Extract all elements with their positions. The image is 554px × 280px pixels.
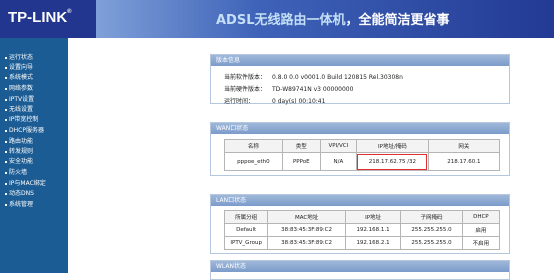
lan-mac-cell: 38:83:45:3F:89:C2 bbox=[267, 236, 346, 250]
wan-gateway-cell: 218.17.60.1 bbox=[427, 152, 501, 171]
wan-col-type: 类型 bbox=[281, 139, 321, 153]
bullet-icon bbox=[5, 192, 7, 195]
lan-dhcp-cell: 启用 bbox=[461, 223, 501, 237]
wan-col-name: 名称 bbox=[224, 139, 283, 153]
sidebar-item-label: 转发规则 bbox=[9, 148, 34, 155]
sidebar-item-label: 动态DNS bbox=[9, 190, 34, 197]
wan-col-gateway: 网关 bbox=[427, 139, 501, 153]
sidebar-item[interactable]: 系统管理 bbox=[5, 201, 33, 208]
bullet-icon bbox=[5, 98, 7, 101]
bullet-icon bbox=[5, 66, 7, 69]
sidebar-item-label: 设置向导 bbox=[9, 64, 34, 71]
lan-col-ip: IP地址 bbox=[344, 210, 402, 224]
sidebar-item[interactable]: 系统模式 bbox=[5, 74, 33, 81]
lan-mask-cell: 255.255.255.0 bbox=[400, 223, 463, 237]
sidebar-item-label: DHCP服务器 bbox=[9, 127, 44, 134]
bullet-icon bbox=[5, 56, 7, 59]
lan-group-cell: IPTV_Group bbox=[223, 236, 269, 250]
lan-group-cell: Default bbox=[223, 223, 269, 237]
wan-name-cell: pppoe_eth0 bbox=[224, 152, 283, 171]
sidebar-item[interactable]: 转发规则 bbox=[5, 148, 33, 155]
hardware-version-row: 当前硬件版本： TD-W89741N v3 00000000 bbox=[224, 86, 354, 93]
sidebar-item[interactable]: IP与MAC绑定 bbox=[5, 180, 46, 187]
version-panel-title: 版本信息 bbox=[211, 55, 509, 66]
wan-vpi-cell: N/A bbox=[319, 152, 357, 171]
lan-col-mac: MAC地址 bbox=[267, 210, 346, 224]
lan-col-dhcp: DHCP bbox=[461, 210, 501, 224]
sidebar-item-label: IPTV设置 bbox=[9, 96, 35, 103]
sidebar-menu: 运行状态设置向导系统模式网络参数 IPTV设置 无线设置 IP带宽控制 DHCP服务器路… bbox=[0, 38, 68, 273]
lan-col-group: 所属分组 bbox=[223, 210, 269, 224]
header-bar: TP-LINK® ADSL无线路由一体机，全能简洁更省事 bbox=[0, 0, 554, 38]
bullet-icon bbox=[5, 171, 7, 174]
sidebar-item[interactable]: IPTV设置 bbox=[5, 96, 34, 103]
lan-ip-cell: 192.168.2.1 bbox=[344, 236, 402, 250]
sidebar-item-label: 无线设置 bbox=[9, 106, 34, 113]
lan-col-mask: 子网掩码 bbox=[400, 210, 463, 224]
wan-header-row: 名称 类型 VPI/VCI IP地址/掩码 网关 bbox=[224, 139, 501, 153]
lan-mask-cell: 255.255.255.0 bbox=[400, 236, 463, 250]
sidebar-item-label: 网络参数 bbox=[9, 85, 34, 92]
wan-type-cell: PPPoE bbox=[281, 152, 321, 171]
sidebar-item-label: 路由功能 bbox=[9, 138, 34, 145]
lan-header-row: 所属分组 MAC地址 IP地址 子网掩码 DHCP bbox=[223, 210, 501, 224]
bullet-icon bbox=[5, 203, 7, 206]
sidebar-item-label: IP与MAC绑定 bbox=[9, 180, 46, 187]
bullet-icon bbox=[5, 129, 7, 132]
bullet-icon bbox=[5, 140, 7, 143]
bullet-icon bbox=[5, 87, 7, 90]
sidebar-item-label: IP带宽控制 bbox=[9, 116, 39, 123]
wan-table: 名称 类型 VPI/VCI IP地址/掩码 网关 pppoe_eth0 PPPo… bbox=[224, 139, 501, 171]
tplink-logo: TP-LINK® bbox=[8, 9, 72, 26]
sidebar-item-label: 防火墙 bbox=[9, 169, 28, 176]
lan-table: 所属分组 MAC地址 IP地址 子网掩码 DHCP Default 38:83:… bbox=[223, 210, 501, 250]
wlan-panel: WLAN状态 bbox=[210, 260, 510, 280]
blank-gap bbox=[68, 38, 200, 273]
sidebar-item-label: 安全功能 bbox=[9, 158, 34, 165]
wan-panel-title: WAN口状态 bbox=[211, 123, 509, 134]
wan-col-vpi: VPI/VCI bbox=[319, 139, 357, 153]
table-row: Default 38:83:45:3F:89:C2 192.168.1.1 25… bbox=[223, 223, 501, 237]
lan-ip-cell: 192.168.1.1 bbox=[344, 223, 402, 237]
sidebar-item[interactable]: 无线设置 bbox=[5, 106, 33, 113]
wan-ip-cell: 218.17.62.75 /32 bbox=[355, 152, 429, 171]
sidebar-item[interactable]: 动态DNS bbox=[5, 190, 34, 197]
table-row: pppoe_eth0 PPPoE N/A 218.17.62.75 /32 21… bbox=[224, 152, 501, 171]
lan-panel-title: LAN口状态 bbox=[211, 195, 509, 206]
sidebar-item-label: 运行状态 bbox=[9, 54, 34, 61]
lan-dhcp-cell: 不启用 bbox=[461, 236, 501, 250]
table-row: IPTV_Group 38:83:45:3F:89:C2 192.168.2.1… bbox=[223, 236, 501, 250]
wan-col-ip: IP地址/掩码 bbox=[355, 139, 429, 153]
uptime-row: 运行时间： 0 day(s) 00:10:41 bbox=[224, 98, 326, 105]
lan-mac-cell: 38:83:45:3F:89:C2 bbox=[267, 223, 346, 237]
bullet-icon bbox=[5, 150, 7, 153]
sidebar-item-label: 系统管理 bbox=[9, 201, 34, 208]
sidebar-item[interactable]: 设置向导 bbox=[5, 64, 33, 71]
bullet-icon bbox=[5, 118, 7, 121]
banner: ADSL无线路由一体机，全能简洁更省事 bbox=[96, 0, 554, 38]
sidebar-item-label: 系统模式 bbox=[9, 74, 34, 81]
status-content: 版本信息 当前软件版本： 0.8.0 0.0 v0001.0 Build 1208… bbox=[200, 38, 554, 280]
wlan-panel-title: WLAN状态 bbox=[211, 261, 509, 272]
sidebar-item[interactable]: 路由功能 bbox=[5, 138, 33, 145]
sidebar-item[interactable]: 安全功能 bbox=[5, 158, 33, 165]
bullet-icon bbox=[5, 182, 7, 185]
software-version-row: 当前软件版本： 0.8.0 0.0 v0001.0 Build 120815 Re… bbox=[224, 74, 403, 81]
sidebar-item[interactable]: 网络参数 bbox=[5, 85, 33, 92]
bullet-icon bbox=[5, 160, 7, 163]
sidebar-item[interactable]: 运行状态 bbox=[5, 54, 33, 61]
bullet-icon bbox=[5, 108, 7, 111]
sidebar-item[interactable]: DHCP服务器 bbox=[5, 127, 44, 134]
banner-slogan: ADSL无线路由一体机，全能简洁更省事 bbox=[216, 13, 450, 28]
sidebar-item[interactable]: IP带宽控制 bbox=[5, 116, 38, 123]
bullet-icon bbox=[5, 76, 7, 79]
sidebar-item[interactable]: 防火墙 bbox=[5, 169, 27, 176]
